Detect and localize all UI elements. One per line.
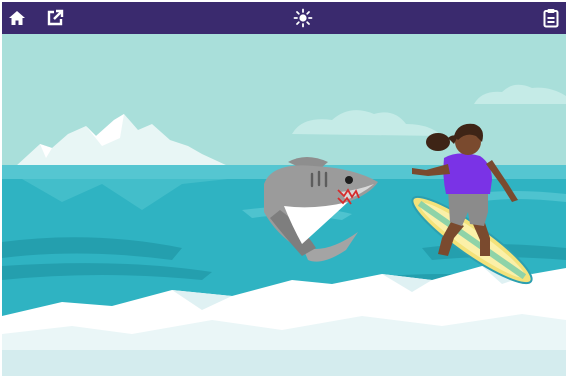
sun-icon <box>293 8 313 28</box>
external-link-icon <box>47 9 64 26</box>
home-icon <box>9 11 25 25</box>
app-frame <box>0 0 568 378</box>
scene-canvas <box>2 34 566 376</box>
open-external-button[interactable] <box>42 5 68 31</box>
home-button[interactable] <box>4 5 30 31</box>
surfing-scene <box>2 34 566 376</box>
theme-toggle-button[interactable] <box>290 5 316 31</box>
clipboard-icon <box>543 9 559 28</box>
top-toolbar <box>2 2 566 34</box>
clipboard-button[interactable] <box>538 5 564 31</box>
